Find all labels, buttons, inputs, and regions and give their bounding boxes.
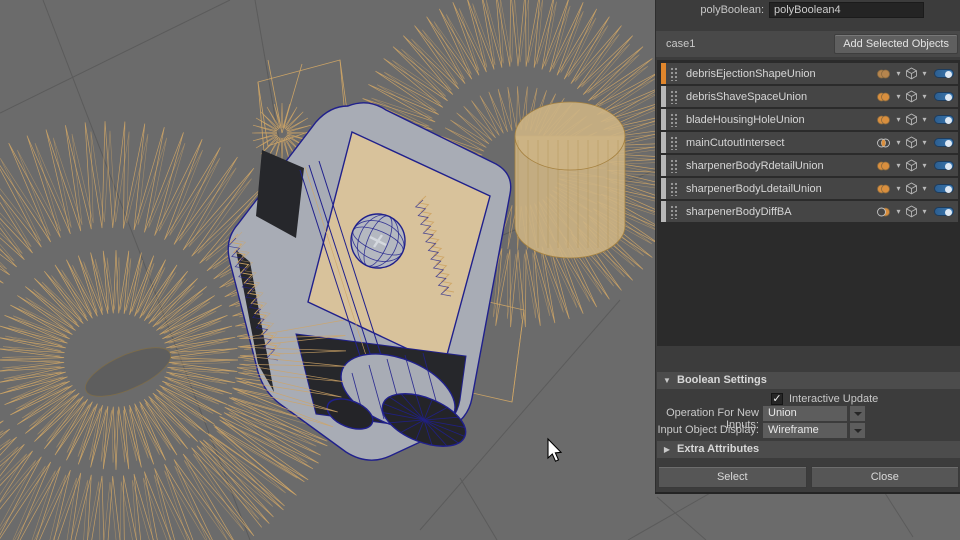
operation-dropdown-arrow-icon[interactable] (850, 406, 865, 421)
boolean-op-icon[interactable] (876, 68, 892, 80)
row-label: debrisShaveSpaceUnion (677, 91, 876, 103)
toggle-knob (945, 94, 952, 101)
display-mode-cube-icon[interactable] (905, 159, 918, 172)
display-mode-cube-icon[interactable] (905, 113, 918, 126)
toggle-knob (945, 163, 952, 170)
chevron-down-icon[interactable]: ▾ (920, 183, 929, 195)
case-header: case1 Add Selected Objects (656, 31, 960, 57)
boolean-input-list: debrisEjectionShapeUnion ▾ ▾ debrisShaveS… (657, 60, 960, 346)
maya-viewport-screenshot: polyBoolean: case1 Add Selected Objects … (0, 0, 960, 540)
chevron-down-icon[interactable]: ▾ (894, 183, 903, 195)
boolean-op-icon[interactable] (876, 206, 892, 218)
section-title: Extra Attributes (677, 443, 759, 455)
collapse-triangle-icon[interactable]: ▶ (657, 441, 677, 458)
boolean-op-icon[interactable] (876, 160, 892, 172)
enabled-toggle[interactable] (934, 207, 954, 216)
toggle-knob (945, 209, 952, 216)
row-label: sharpenerBodyDiffBA (677, 206, 876, 218)
display-label: Input Object Display: (656, 424, 759, 436)
toggle-knob (945, 71, 952, 78)
boolean-op-icon[interactable] (876, 183, 892, 195)
chevron-down-icon[interactable]: ▾ (894, 68, 903, 80)
chevron-down-icon[interactable]: ▾ (894, 137, 903, 149)
chevron-down-icon[interactable]: ▾ (920, 68, 929, 80)
chevron-down-icon[interactable]: ▾ (894, 114, 903, 126)
row-label: bladeHousingHoleUnion (677, 114, 876, 126)
collapse-triangle-icon[interactable]: ▼ (657, 372, 677, 389)
drag-handle-icon[interactable] (669, 89, 677, 104)
display-mode-cube-icon[interactable] (905, 182, 918, 195)
table-row[interactable]: debrisShaveSpaceUnion ▾ ▾ (661, 86, 958, 107)
row-color-bar (661, 178, 666, 199)
table-row[interactable]: sharpenerBodyLdetailUnion ▾ ▾ (661, 178, 958, 199)
enabled-toggle[interactable] (934, 161, 954, 170)
row-label: mainCutoutIntersect (677, 137, 876, 149)
row-label: sharpenerBodyRdetailUnion (677, 160, 876, 172)
panel-buttons: Select Close (658, 466, 959, 488)
interactive-update-checkbox[interactable]: ✓ (771, 393, 783, 405)
section-title: Boolean Settings (677, 374, 767, 386)
operation-select[interactable]: Union (763, 406, 847, 421)
enabled-toggle[interactable] (934, 184, 954, 193)
wireframe-cylinder[interactable] (515, 102, 625, 258)
interactive-update-row: ✓ Interactive Update (656, 392, 960, 406)
boolean-op-icon[interactable] (876, 91, 892, 103)
drag-handle-icon[interactable] (669, 66, 677, 81)
case-label: case1 (666, 31, 695, 57)
close-button[interactable]: Close (811, 466, 960, 488)
display-mode-cube-icon[interactable] (905, 90, 918, 103)
table-row[interactable]: sharpenerBodyDiffBA ▾ ▾ (661, 201, 958, 222)
toggle-knob (945, 117, 952, 124)
display-mode-cube-icon[interactable] (905, 205, 918, 218)
node-name-input[interactable] (769, 2, 924, 18)
row-label: sharpenerBodyLdetailUnion (677, 183, 876, 195)
table-row[interactable]: mainCutoutIntersect ▾ ▾ (661, 132, 958, 153)
row-color-bar (661, 86, 666, 107)
add-selected-objects-button[interactable]: Add Selected Objects (834, 34, 958, 54)
boolean-op-icon[interactable] (876, 137, 892, 149)
row-color-bar (661, 109, 666, 130)
chevron-down-icon[interactable]: ▾ (920, 160, 929, 172)
polyboolean-attribute-panel: polyBoolean: case1 Add Selected Objects … (655, 0, 960, 492)
drag-handle-icon[interactable] (669, 135, 677, 150)
row-label: debrisEjectionShapeUnion (677, 68, 876, 80)
chevron-down-icon[interactable]: ▾ (894, 160, 903, 172)
drag-handle-icon[interactable] (669, 204, 677, 219)
display-row: Input Object Display: Wireframe (656, 423, 960, 439)
row-color-bar (661, 201, 666, 222)
chevron-down-icon[interactable]: ▾ (920, 91, 929, 103)
boolean-op-icon[interactable] (876, 114, 892, 126)
display-select[interactable]: Wireframe (763, 423, 847, 438)
enabled-toggle[interactable] (934, 92, 954, 101)
row-color-bar (661, 155, 666, 176)
display-mode-cube-icon[interactable] (905, 136, 918, 149)
table-row[interactable]: sharpenerBodyRdetailUnion ▾ ▾ (661, 155, 958, 176)
chevron-down-icon[interactable]: ▾ (894, 91, 903, 103)
enabled-toggle[interactable] (934, 115, 954, 124)
operation-row: Operation For New Inputs: Union (656, 406, 960, 422)
drag-handle-icon[interactable] (669, 158, 677, 173)
toggle-knob (945, 186, 952, 193)
select-button[interactable]: Select (658, 466, 807, 488)
display-mode-cube-icon[interactable] (905, 67, 918, 80)
chevron-down-icon[interactable]: ▾ (920, 114, 929, 126)
toggle-knob (945, 140, 952, 147)
extra-attributes-header[interactable]: ▶Extra Attributes (657, 441, 960, 458)
chevron-down-icon[interactable]: ▾ (920, 206, 929, 218)
enabled-toggle[interactable] (934, 138, 954, 147)
boolean-settings-header[interactable]: ▼Boolean Settings (657, 372, 960, 389)
row-color-bar (661, 63, 666, 84)
drag-handle-icon[interactable] (669, 112, 677, 127)
table-row[interactable]: debrisEjectionShapeUnion ▾ ▾ (661, 63, 958, 84)
interactive-update-label: Interactive Update (789, 393, 878, 405)
display-dropdown-arrow-icon[interactable] (850, 423, 865, 438)
drag-handle-icon[interactable] (669, 181, 677, 196)
node-name-label: polyBoolean: (662, 4, 764, 16)
chevron-down-icon[interactable]: ▾ (920, 137, 929, 149)
table-row[interactable]: bladeHousingHoleUnion ▾ ▾ (661, 109, 958, 130)
enabled-toggle[interactable] (934, 69, 954, 78)
row-color-bar (661, 132, 666, 153)
chevron-down-icon[interactable]: ▾ (894, 206, 903, 218)
